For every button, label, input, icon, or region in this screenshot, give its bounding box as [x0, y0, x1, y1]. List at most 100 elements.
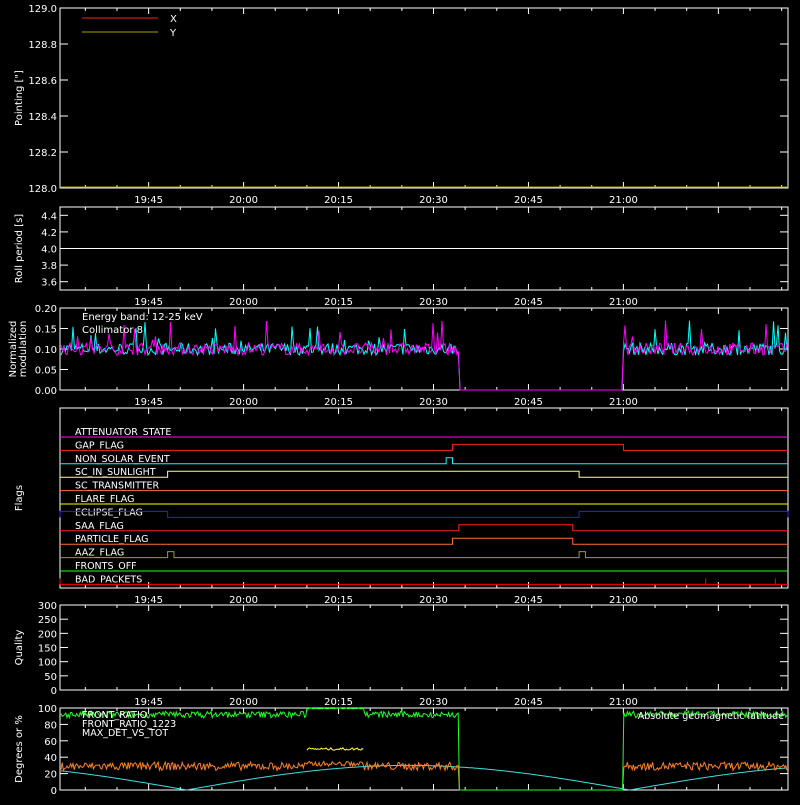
time-tick-label: 20:45	[514, 195, 543, 206]
y-tick-label: 0	[51, 686, 57, 697]
flag-label: ATTENUATOR_STATE	[75, 427, 171, 438]
y-tick-label: 4.4	[41, 211, 57, 222]
time-tick-label: 20:30	[419, 697, 448, 708]
y-tick-label: 0.00	[35, 386, 57, 397]
panel-1: 19:45 20:00 20:15 20:30 20:45 21:00 129.0 128.8…	[14, 4, 789, 206]
time-tick-label: 20:15	[324, 397, 353, 408]
latitude-label: Absolute geomagnetic latitude	[638, 711, 784, 722]
multi-panel-chart: 19:45 20:00 20:15 20:30 20:45 21:00 129.0 128.8…	[8, 4, 789, 797]
flag-trace	[60, 443, 788, 451]
y-tick-label: 129.0	[28, 4, 57, 15]
time-tick-label: 20:45	[514, 397, 543, 408]
y-tick-label: 128.8	[28, 40, 57, 51]
collimator-label: Collimator 8	[82, 325, 143, 336]
flag-row: GAP_FLAG	[60, 440, 788, 451]
y-tick-label: 0.05	[35, 366, 57, 377]
y-tick-label: 128.4	[28, 112, 57, 123]
time-axis: 19:45 20:00 20:15 20:30 20:45 21:00	[84, 207, 783, 308]
time-axis: 19:45 20:00 20:15 20:30 20:45 21:00	[84, 408, 783, 606]
y-axis: 4.4 4.2 4.0 3.8 3.6	[41, 211, 788, 289]
time-tick-label: 19:45	[134, 697, 163, 708]
flag-trace	[60, 551, 788, 559]
flag-label: AAZ_FLAG	[75, 548, 124, 559]
time-tick-label: 20:00	[229, 297, 258, 308]
front-ratio-1223-series	[306, 746, 364, 751]
legend-label: X	[170, 14, 177, 25]
flag-row: SC_IN_SUNLIGHT	[60, 467, 788, 478]
y-tick-label: 4.0	[41, 245, 57, 256]
time-tick-label: 20:45	[514, 595, 543, 606]
flag-trace	[60, 537, 788, 545]
y-axis: 129.0 128.8 128.6 128.4 128.2 128.0	[28, 4, 788, 195]
time-axis: 19:45 20:00 20:15 20:30 20:45 21:00	[84, 308, 783, 408]
time-tick-label: 21:00	[609, 397, 638, 408]
plot-stage: 19:45 20:00 20:15 20:30 20:45 21:00 129.0 128.8…	[0, 0, 800, 800]
time-tick-label: 20:45	[514, 297, 543, 308]
time-tick-label: 19:45	[134, 297, 163, 308]
time-tick-label: 19:45	[134, 397, 163, 408]
y-tick-label: 40	[44, 753, 57, 764]
y-tick-label: 3.8	[41, 261, 57, 272]
time-tick-label: 20:00	[229, 697, 258, 708]
panel-frame	[59, 604, 789, 691]
flag-row: ECLIPSE_FLAG	[59, 507, 789, 518]
y-tick-label: 20	[44, 770, 57, 781]
flag-row: ATTENUATOR_STATE	[60, 427, 788, 438]
y-tick-label: 60	[44, 737, 57, 748]
time-tick-label: 21:00	[609, 697, 638, 708]
time-tick-label: 20:00	[229, 595, 258, 606]
flag-label: SAA_FLAG	[75, 521, 124, 532]
y-tick-label: 0	[51, 786, 57, 797]
flag-label: BAD_PACKETS	[75, 574, 142, 585]
flag-label: ECLIPSE_FLAG	[75, 507, 143, 518]
panel-4: 19:45 20:00 20:15 20:30 20:45 21:00 Flags ATTEN…	[14, 407, 789, 606]
flag-row: FRONTS_OFF	[60, 561, 788, 572]
y-tick-label: 128.6	[28, 76, 57, 87]
flag-row: PARTICLE_FLAG	[60, 534, 788, 545]
time-tick-label: 20:15	[324, 697, 353, 708]
y-tick-label: 200	[38, 629, 57, 640]
time-tick-label: 19:45	[134, 195, 163, 206]
legend-label: MAX_DET_VS_TOT	[82, 728, 168, 739]
time-tick-label: 21:00	[609, 195, 638, 206]
flag-row: BAD_PACKETS	[59, 574, 788, 585]
flag-row: NON_SOLAR_EVENT	[60, 454, 788, 465]
y-tick-label: 128.0	[28, 184, 57, 195]
time-tick-label: 20:15	[324, 595, 353, 606]
legend-label: Y	[169, 28, 177, 39]
y-axis-label: Degrees or %	[14, 715, 25, 783]
y-tick-label: 4.2	[41, 228, 57, 239]
time-tick-label: 20:00	[229, 195, 258, 206]
flag-row: SAA_FLAG	[60, 521, 788, 532]
flag-label: FRONTS_OFF	[75, 561, 137, 572]
time-tick-label: 20:30	[419, 595, 448, 606]
time-axis: 19:45 20:00 20:15 20:30 20:45 21:00	[84, 8, 783, 206]
time-axis: 19:45 20:00 20:15 20:30 20:45 21:00	[84, 605, 783, 708]
flag-label: SC_IN_SUNLIGHT	[75, 467, 156, 478]
max-det-vs-tot-series	[60, 760, 788, 791]
y-axis: 300 250 200 150 100 50 0	[38, 601, 788, 697]
time-tick-label: 20:45	[514, 697, 543, 708]
y-tick-label: 0.20	[35, 304, 57, 315]
y-tick-label: 300	[38, 601, 57, 612]
panel-6: 100806040200Degrees or % FRONT_RATIOFRONT…	[14, 704, 789, 797]
y-tick-label: 80	[44, 720, 57, 731]
flag-row: SC_TRANSMITTER	[60, 481, 788, 492]
panel-3: 19:45 20:00 20:15 20:30 20:45 21:00 0.20 0.15 0.…	[8, 304, 789, 408]
flag-label: FLARE_FLAG	[75, 494, 135, 505]
y-axis-label: Flags	[14, 485, 25, 511]
y-axis-label: Quality	[14, 630, 25, 666]
flag-row: FLARE_FLAG	[60, 494, 788, 505]
time-tick-label: 20:30	[419, 195, 448, 206]
flag-label: NON_SOLAR_EVENT	[75, 454, 170, 465]
time-tick-label: 20:15	[324, 297, 353, 308]
flag-row: AAZ_FLAG	[60, 548, 788, 559]
time-tick-label: 20:00	[229, 397, 258, 408]
y-axis-label: Roll period [s]	[14, 214, 25, 283]
modulation-series-2	[60, 320, 788, 391]
time-tick-label: 20:30	[419, 397, 448, 408]
y-tick-label: 128.2	[28, 148, 57, 159]
panel-2: 19:45 20:00 20:15 20:30 20:45 21:00 4.4 4.2 4.0 3…	[14, 206, 789, 308]
flag-label: PARTICLE_FLAG	[75, 534, 148, 545]
y-tick-label: 100	[38, 704, 57, 715]
